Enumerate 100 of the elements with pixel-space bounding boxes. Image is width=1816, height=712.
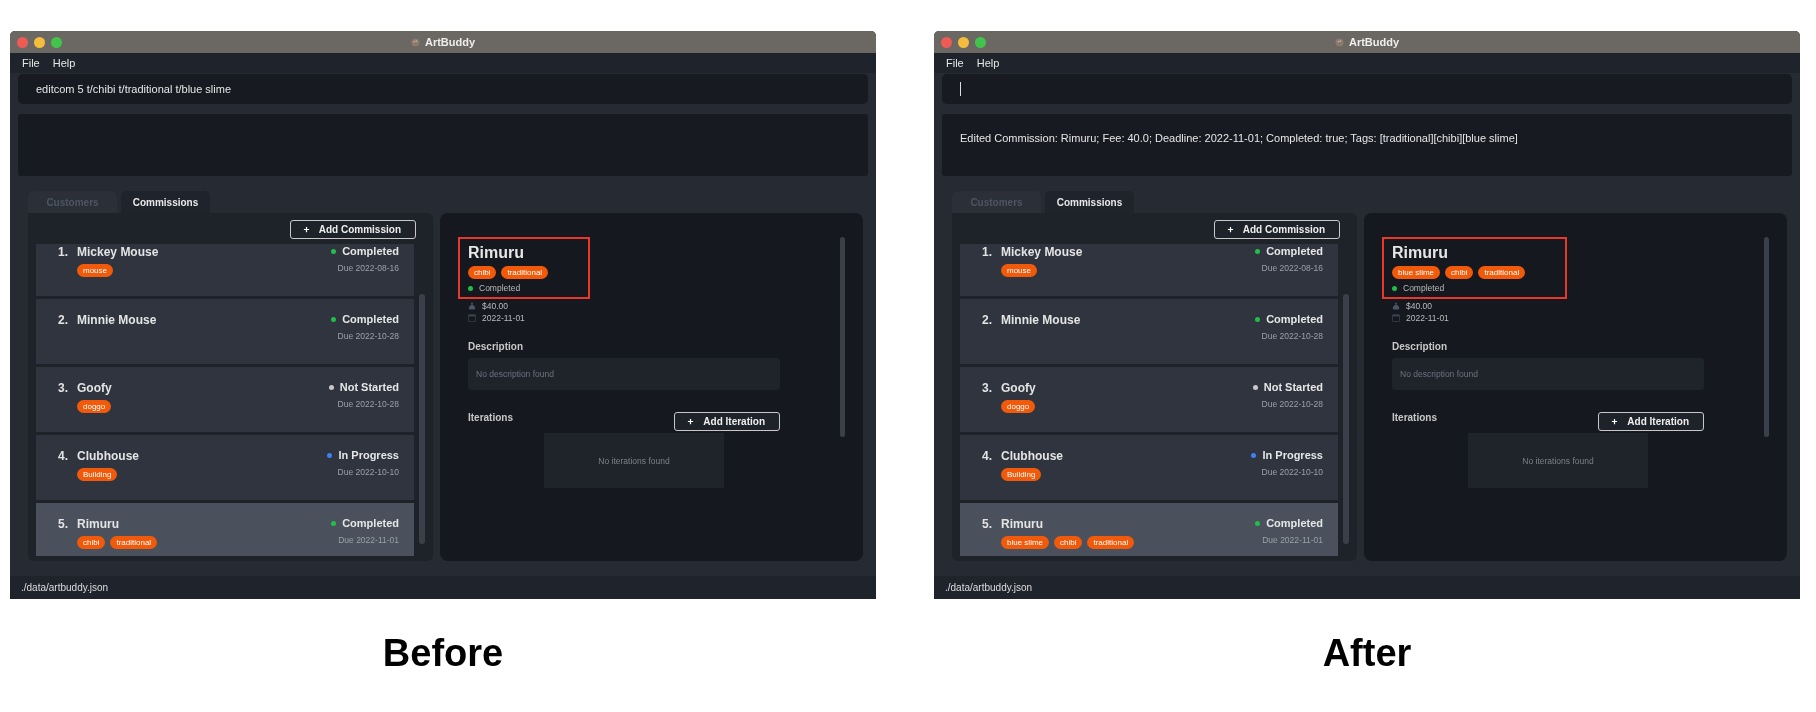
tag: mouse	[1001, 264, 1037, 277]
menu-item[interactable]: File	[946, 57, 964, 69]
scrollbar[interactable]	[840, 237, 845, 437]
tag: traditional	[501, 266, 549, 279]
deadline-value: 2022-11-01	[482, 313, 525, 323]
tag: traditional	[1478, 266, 1526, 279]
command-field[interactable]	[942, 74, 1792, 104]
commission-name: Goofy	[77, 381, 112, 395]
menu-item[interactable]: Help	[976, 57, 1000, 69]
commission-name: Mickey Mouse	[77, 245, 159, 259]
section-heading: Iterations	[1392, 412, 1437, 423]
tag: mouse	[77, 264, 113, 277]
status-label: Completed	[1266, 517, 1323, 529]
commission-name: Clubhouse	[77, 449, 139, 463]
commission-card[interactable]: 2. Minnie Mouse Completed Due 2022-10-28	[36, 299, 414, 364]
status-label: Completed	[479, 283, 521, 293]
item-number: 2.	[982, 313, 992, 327]
commission-card[interactable]: 1. Mickey Mouse mouse Completed Due 2022-08-16	[36, 244, 414, 296]
menu-item[interactable]: Help	[52, 57, 76, 69]
tag: blue slime	[1392, 266, 1440, 279]
tag: doggo	[77, 400, 112, 413]
item-number: 1.	[58, 245, 68, 259]
text-cursor	[960, 82, 961, 96]
tag: chibi	[468, 266, 497, 279]
item-number: 3.	[58, 381, 68, 395]
tag: Building	[1001, 468, 1042, 481]
add-commission-button[interactable]: Add Commission	[1213, 220, 1340, 239]
calendar-icon	[468, 314, 476, 322]
commission-card[interactable]: 4. Clubhouse Building In Progress Due 2022-10-10	[960, 435, 1338, 500]
section-heading: Iterations	[468, 412, 513, 423]
command-text: editcom 5 t/chibi t/traditional t/blue slime	[36, 83, 232, 95]
fee-value: $40.00	[1406, 301, 1432, 311]
plus-icon	[687, 418, 695, 425]
commission-card[interactable]: 1. Mickey Mouse mouse Completed Due 2022-08-16	[960, 244, 1338, 296]
status-label: Completed	[342, 313, 399, 325]
scrollbar[interactable]	[1764, 237, 1769, 437]
empty-message: No iterations found	[1522, 455, 1594, 466]
commission-name: Goofy	[1001, 381, 1036, 395]
status-label: In Progress	[338, 449, 399, 461]
menu-item[interactable]: File	[22, 57, 40, 69]
due-date: Due 2022-10-28	[337, 331, 399, 341]
commission-name: Minnie Mouse	[1001, 313, 1081, 327]
add-commission-button[interactable]: Add Commission	[289, 220, 416, 239]
fee-value: $40.00	[482, 301, 508, 311]
commission-name: Mickey Mouse	[1001, 245, 1083, 259]
file-path: ./data/artbuddy.json	[945, 582, 1033, 593]
commission-title: Rimuru	[468, 244, 525, 262]
due-date: Due 2022-08-16	[1261, 263, 1323, 273]
commission-card[interactable]: 3. Goofy doggo Not Started Due 2022-10-28	[36, 367, 414, 432]
caption: Before	[382, 632, 504, 675]
empty-message: No description found	[1400, 369, 1478, 379]
commission-card[interactable]: 4. Clubhouse Building In Progress Due 2022-10-10	[36, 435, 414, 500]
money-bag-icon	[1392, 302, 1400, 310]
status-label: Not Started	[339, 381, 399, 393]
due-date: Due 2022-10-28	[337, 399, 399, 409]
command-field[interactable]: editcom 5 t/chibi t/traditional t/blue slime	[18, 74, 868, 104]
zoom-button[interactable]	[975, 36, 986, 48]
tag: Building	[77, 468, 118, 481]
commission-card[interactable]: 5. Rimuru blue slime chibi traditional Completed Due 2022-11-01	[960, 503, 1338, 556]
plus-icon	[1226, 226, 1234, 233]
due-date: Due 2022-10-28	[1261, 399, 1323, 409]
scrollbar[interactable]	[1343, 294, 1349, 544]
close-button[interactable]	[17, 36, 28, 48]
section-heading: Description	[1392, 341, 1447, 352]
commission-name: Minnie Mouse	[77, 313, 157, 327]
item-number: 3.	[982, 381, 992, 395]
window-title: ArtBuddy	[424, 36, 476, 48]
status-label: Completed	[1266, 313, 1323, 325]
due-date: Due 2022-10-10	[337, 467, 399, 477]
tag: chibi	[1054, 536, 1083, 549]
status-label: Not Started	[1263, 381, 1323, 393]
tag: chibi	[77, 536, 106, 549]
commission-card[interactable]: 5. Rimuru chibi traditional Completed Due 2022-11-01	[36, 503, 414, 556]
status-label: Completed	[342, 245, 399, 257]
tag: traditional	[1087, 536, 1135, 549]
close-button[interactable]	[941, 36, 952, 48]
item-number: 2.	[58, 313, 68, 327]
money-bag-icon	[468, 302, 476, 310]
commission-name: Clubhouse	[1001, 449, 1063, 463]
add-iteration-button[interactable]: Add Iteration	[674, 412, 780, 431]
add-iteration-button[interactable]: Add Iteration	[1598, 412, 1704, 431]
tag: doggo	[1001, 400, 1036, 413]
minimize-button[interactable]	[958, 36, 969, 48]
section-heading: Description	[468, 341, 523, 352]
commission-card[interactable]: 3. Goofy doggo Not Started Due 2022-10-28	[960, 367, 1338, 432]
commission-card[interactable]: 2. Minnie Mouse Completed Due 2022-10-28	[960, 299, 1338, 364]
plus-icon	[302, 226, 310, 233]
calendar-icon	[1392, 314, 1400, 322]
due-date: Due 2022-08-16	[337, 263, 399, 273]
tab[interactable]: Commissions	[1045, 191, 1134, 213]
scrollbar[interactable]	[419, 294, 425, 544]
status-label: Completed	[342, 517, 399, 529]
minimize-button[interactable]	[34, 36, 45, 48]
zoom-button[interactable]	[51, 36, 62, 48]
status-label: Completed	[1266, 245, 1323, 257]
plus-icon	[1611, 418, 1619, 425]
empty-message: No iterations found	[598, 455, 670, 466]
item-number: 4.	[982, 449, 992, 463]
tab[interactable]: Commissions	[121, 191, 210, 213]
status-label: Completed	[1403, 283, 1445, 293]
